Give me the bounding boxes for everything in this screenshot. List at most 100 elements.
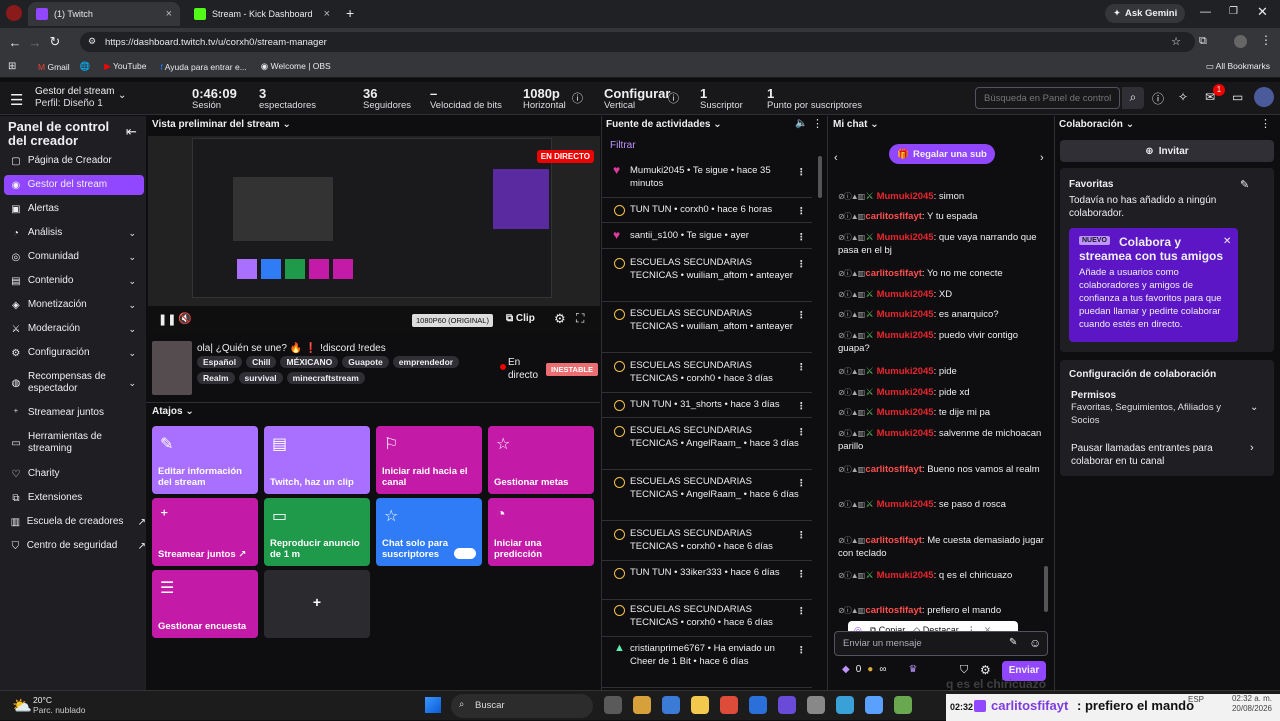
- activity-item[interactable]: ESCUELAS SECUNDARIAS TECNICAS • corxh0 •…: [602, 357, 812, 393]
- chat-message[interactable]: ⊘ⓘ▲▥ carlitosfifayt: prefiero el mando: [838, 604, 1050, 617]
- gift-sub-button[interactable]: 🎁 Regalar una sub: [889, 144, 995, 164]
- sidebar-item-moderaci-n[interactable]: ⚔ Moderación ⌄: [0, 319, 146, 339]
- chat-message[interactable]: ⊘ⓘ▲▥ ⚔ Mumuki2045: puedo vivir contigo g…: [838, 329, 1050, 355]
- activity-item[interactable]: ♥ Mumuki2045 • Te sigue • hace 35 minutos…: [602, 162, 812, 198]
- activity-item[interactable]: ESCUELAS SECUNDARIAS TECNICAS • AngelRaa…: [602, 473, 812, 521]
- close-tab-icon[interactable]: ×: [324, 8, 330, 20]
- file-explorer-icon[interactable]: [691, 696, 709, 714]
- menu-dots-icon[interactable]: ⋮: [797, 568, 807, 581]
- chat-username[interactable]: carlitosfifayt: [865, 268, 922, 279]
- chat-username[interactable]: carlitosfifayt: [865, 535, 922, 546]
- site-info-icon[interactable]: ⚙: [88, 36, 96, 47]
- hamburger-menu-icon[interactable]: ☰: [10, 91, 23, 109]
- chat-message[interactable]: ⊘ⓘ▲▥ ⚔ Mumuki2045: es anarquico?: [838, 308, 1050, 321]
- preview-header[interactable]: Vista preliminar del stream ⌄: [146, 116, 600, 134]
- tag-pill[interactable]: minecraftstream: [286, 372, 365, 384]
- mute-icon[interactable]: 🔇: [178, 312, 192, 325]
- activity-item[interactable]: ♥ santii_s100 • Te sigue • ayer ⋮: [602, 227, 812, 249]
- close-window-icon[interactable]: ✕: [1257, 4, 1268, 20]
- profile-icon[interactable]: [6, 5, 22, 21]
- chevron-down-icon[interactable]: ⌄: [1250, 402, 1258, 413]
- sidebar-item-streamear-juntos[interactable]: ⁺ Streamear juntos: [0, 403, 146, 423]
- chat-message[interactable]: ⊘ⓘ▲▥ ⚔ Mumuki2045: se paso d rosca: [838, 498, 1050, 511]
- chevron-right-icon[interactable]: ›: [1040, 152, 1044, 164]
- sidebar-item-alertas[interactable]: ▣ Alertas: [0, 199, 146, 219]
- chat-username[interactable]: Mumuki2045: [877, 191, 934, 202]
- reload-icon[interactable]: ↻: [45, 34, 65, 50]
- bits-diamond-icon[interactable]: ◆: [842, 664, 850, 675]
- chevron-right-icon[interactable]: ›: [1250, 442, 1254, 454]
- activity-item[interactable]: ▲ cristianprime6767 • Ha enviado un Cheer…: [602, 640, 812, 688]
- menu-dots-icon[interactable]: ⋮: [1260, 33, 1272, 47]
- shortcut-tile[interactable]: ☰ Gestionar encuesta: [152, 570, 258, 638]
- help-icon[interactable]: ⓘ: [1152, 90, 1164, 107]
- tab-kick[interactable]: Stream - Kick Dashboard ×: [186, 2, 338, 26]
- emote-icon[interactable]: ☺: [1029, 636, 1041, 650]
- bookmark-youtube[interactable]: ▶ YouTube: [104, 61, 146, 72]
- chat-username[interactable]: Mumuki2045: [877, 570, 934, 581]
- chat-settings-icon[interactable]: ⚙: [980, 663, 991, 677]
- chat-username[interactable]: carlitosfifayt: [865, 464, 922, 475]
- tag-pill[interactable]: Español: [197, 356, 243, 368]
- minecraft-icon[interactable]: [894, 696, 912, 714]
- chat-message[interactable]: ⊘ⓘ▲▥ ⚔ Mumuki2045: XD: [838, 288, 1050, 301]
- activity-scrollbar[interactable]: [818, 156, 822, 198]
- tag-pill[interactable]: emprendedor: [392, 356, 460, 368]
- stream-preview-video[interactable]: EN DIRECTO ❚❚ 🔇 1080P60 (ORIGINAL) ⧉ Cli…: [148, 136, 600, 334]
- shortcut-tile[interactable]: ◔ Iniciar una predicción: [488, 498, 594, 566]
- menu-dots-icon[interactable]: ⋮: [812, 117, 823, 130]
- activity-header[interactable]: Fuente de actividades ⌄: [606, 119, 722, 130]
- activity-item[interactable]: TUN TUN • corxh0 • hace 6 horas ⋮: [602, 201, 812, 223]
- tag-pill[interactable]: Guapote: [342, 356, 389, 368]
- menu-dots-icon[interactable]: ⋮: [797, 361, 807, 374]
- extensions-puzzle-icon[interactable]: ⧉: [1199, 35, 1207, 48]
- dashboard-search-input[interactable]: [975, 87, 1120, 109]
- clock[interactable]: 02:32 a. m. 20/08/2026: [1228, 694, 1272, 714]
- speaker-icon[interactable]: 🔈: [795, 118, 807, 129]
- chat-username[interactable]: Mumuki2045: [877, 309, 934, 320]
- menu-dots-icon[interactable]: ⋮: [797, 605, 807, 618]
- shortcut-tile[interactable]: +: [264, 570, 370, 638]
- menu-dots-icon[interactable]: ⋮: [797, 477, 807, 490]
- pause-calls-row[interactable]: Pausar llamadas entrantes para colaborar…: [1071, 442, 1231, 468]
- tag-pill[interactable]: Realm: [197, 372, 235, 384]
- chat-message[interactable]: ⊘ⓘ▲▥ carlitosfifayt: Me cuesta demasiado…: [838, 534, 1050, 560]
- crown-icon[interactable]: ♛: [908, 664, 917, 675]
- maximize-icon[interactable]: ❐: [1229, 6, 1238, 17]
- bookmark-gmail[interactable]: M Gmail: [38, 62, 70, 72]
- chevron-left-icon[interactable]: ‹: [834, 152, 838, 164]
- tag-pill[interactable]: survival: [238, 372, 283, 384]
- chat-message[interactable]: ⊘ⓘ▲▥ ⚔ Mumuki2045: simon: [838, 190, 1050, 203]
- windows-start-icon[interactable]: [425, 697, 441, 713]
- clip-button[interactable]: ⧉ Clip: [506, 313, 535, 324]
- language-indicator[interactable]: ESP: [1188, 695, 1204, 704]
- activity-item[interactable]: ESCUELAS SECUNDARIAS TECNICAS • wuiliam_…: [602, 254, 812, 302]
- sidebar-item-centro-de-seguridad[interactable]: ⛉ Centro de seguridad ↗: [0, 536, 146, 556]
- collapse-sidebar-icon[interactable]: ⇤: [126, 124, 137, 140]
- user-avatar[interactable]: [1254, 87, 1274, 107]
- chrome-alt-icon[interactable]: [865, 696, 883, 714]
- all-bookmarks-button[interactable]: ▭ All Bookmarks: [1206, 61, 1270, 72]
- coin-icon[interactable]: ●: [867, 664, 873, 675]
- chevron-down-icon[interactable]: ⌄: [118, 90, 126, 101]
- activity-item[interactable]: ESCUELAS SECUNDARIAS TECNICAS • corxh0 •…: [602, 525, 812, 561]
- shortcut-tile[interactable]: ⚐ Iniciar raid hacia el canal: [376, 426, 482, 494]
- menu-dots-icon[interactable]: ⋮: [797, 529, 807, 542]
- chat-username[interactable]: Mumuki2045: [877, 366, 934, 377]
- bits-icon[interactable]: ✎: [1009, 637, 1017, 648]
- chat-message[interactable]: ⊘ⓘ▲▥ ⚔ Mumuki2045: pide xd: [838, 386, 1050, 399]
- bookmark-star-icon[interactable]: ☆: [1171, 35, 1181, 48]
- task-view-icon[interactable]: [604, 696, 622, 714]
- menu-dots-icon[interactable]: ⋮: [797, 231, 807, 244]
- ask-gemini-button[interactable]: ✦ Ask Gemini: [1105, 4, 1186, 23]
- activity-item[interactable]: ESCUELAS SECUNDARIAS TECNICAS • AngelRaa…: [602, 422, 812, 470]
- account-avatar[interactable]: [1234, 35, 1247, 48]
- health-badge[interactable]: INESTABLE: [546, 363, 598, 376]
- sidebar-item-herramientas-de-streaming[interactable]: ▭ Herramientas de streaming: [0, 430, 146, 456]
- chat-username[interactable]: carlitosfifayt: [865, 211, 922, 222]
- chat-username[interactable]: Mumuki2045: [877, 407, 934, 418]
- tab-twitch[interactable]: (1) Twitch ×: [28, 2, 180, 26]
- apps-grid-icon[interactable]: ⊞: [8, 61, 16, 72]
- close-tab-icon[interactable]: ×: [166, 8, 172, 20]
- chat-username[interactable]: Mumuki2045: [877, 232, 934, 243]
